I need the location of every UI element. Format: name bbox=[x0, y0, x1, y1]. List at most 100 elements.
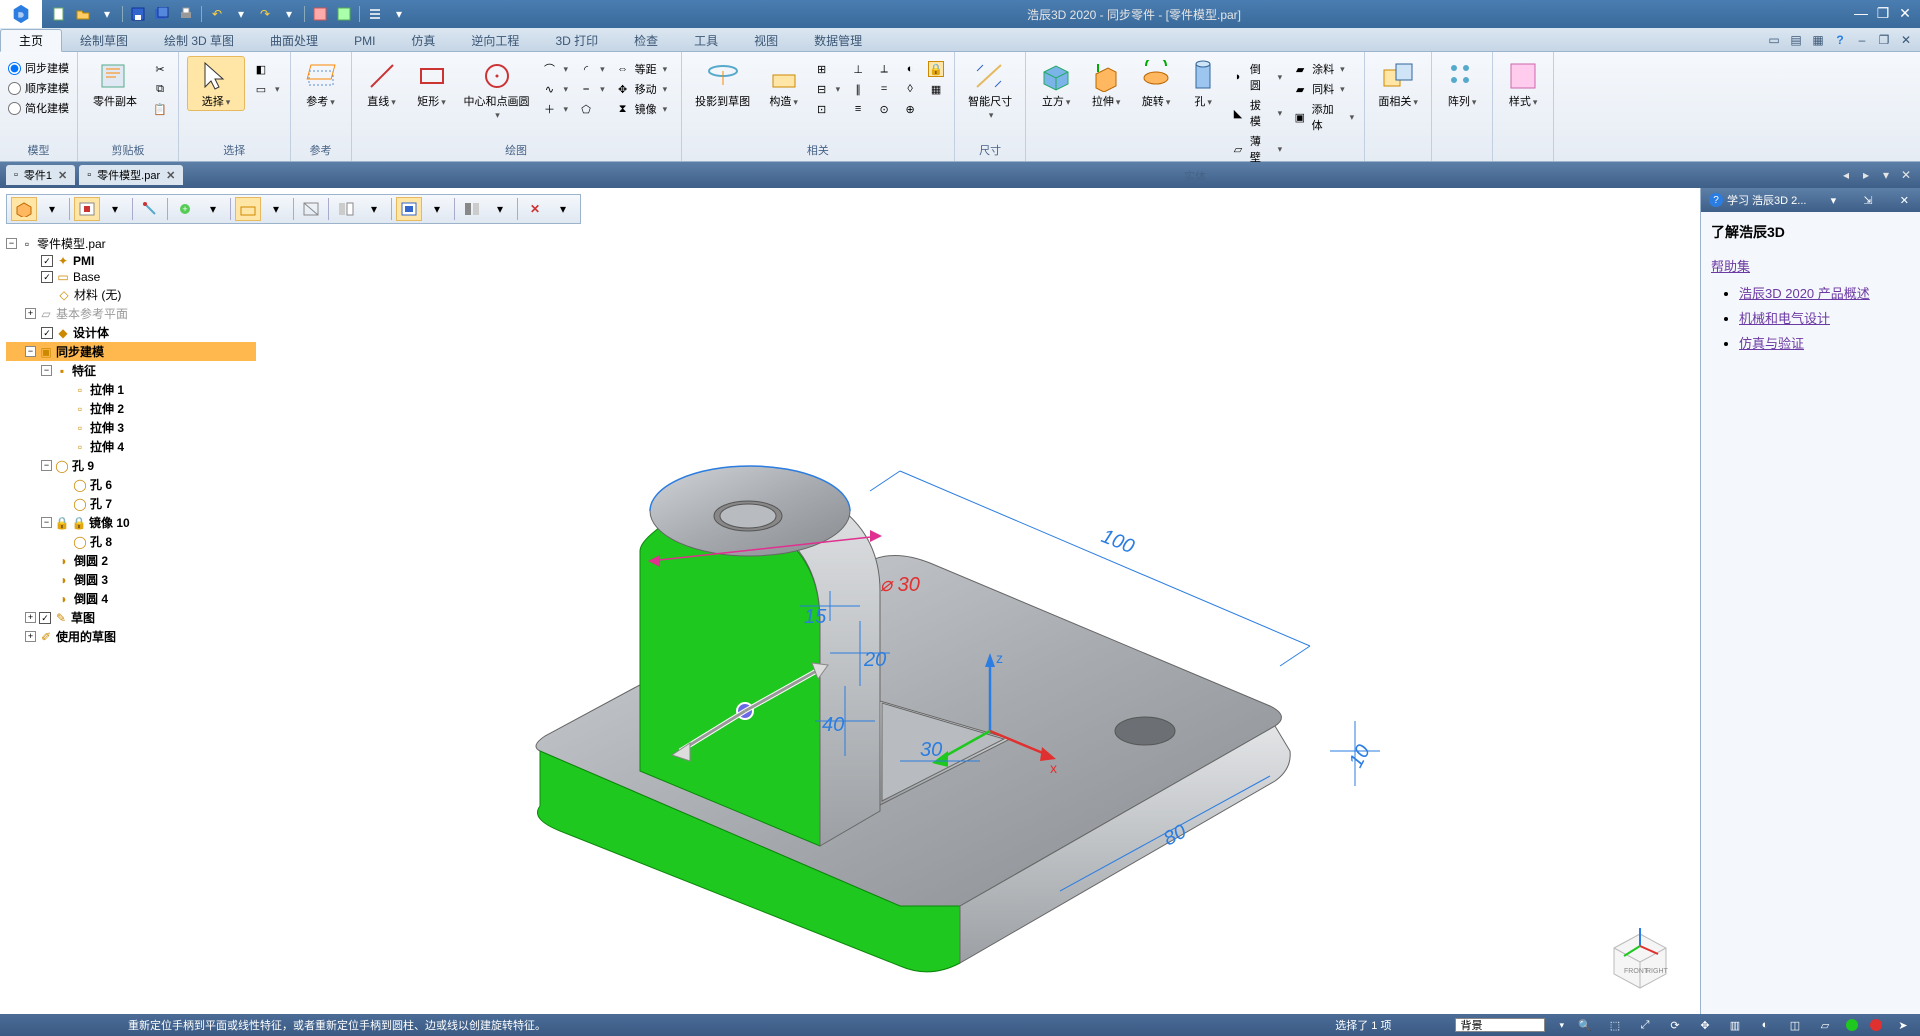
rel-opt2[interactable]: ⊟▾ bbox=[812, 80, 843, 98]
build-button[interactable]: 构造▾ bbox=[762, 56, 806, 111]
hole-button[interactable]: 孔▾ bbox=[1184, 56, 1222, 111]
smartdim-button[interactable]: 智能尺寸▾ bbox=[963, 56, 1017, 124]
draft-button[interactable]: ◣拔模▾ bbox=[1228, 96, 1284, 130]
round-button[interactable]: ◗倒圆▾ bbox=[1228, 60, 1284, 94]
rel-opt6[interactable]: ≡ bbox=[848, 100, 868, 118]
circle-button[interactable]: 中心和点画圆▾ bbox=[460, 56, 534, 124]
bg-dd-icon[interactable]: ▾ bbox=[1559, 1020, 1564, 1031]
rel-opt3[interactable]: ⊡ bbox=[812, 100, 843, 118]
select-opt2[interactable]: ▭▾ bbox=[251, 80, 282, 98]
rp-link-1[interactable]: 浩辰3D 2020 产品概述 bbox=[1739, 286, 1870, 301]
tab-home[interactable]: 主页 bbox=[0, 29, 62, 52]
rel-opt10[interactable]: ◐ bbox=[900, 60, 920, 78]
radio-ordered[interactable]: 顺序建模 bbox=[8, 80, 69, 96]
mdi-close-icon[interactable]: ✕ bbox=[1898, 32, 1914, 48]
status-dot-green[interactable] bbox=[1846, 1019, 1858, 1031]
cube-button[interactable]: 立方▾ bbox=[1034, 56, 1078, 111]
tab-close-icon[interactable]: ✕ bbox=[1898, 168, 1914, 182]
doc-tab-part1[interactable]: ▫ 零件1 ✕ bbox=[6, 165, 75, 185]
qat-dd3-icon[interactable]: ▾ bbox=[280, 5, 298, 23]
project-button[interactable]: 投影到草图 bbox=[690, 56, 756, 111]
rp-link-2[interactable]: 机械和电气设计 bbox=[1739, 311, 1830, 326]
sb-fit-icon[interactable]: ⤢ bbox=[1636, 1017, 1654, 1033]
qat-dd4-icon[interactable]: ▾ bbox=[390, 5, 408, 23]
line-button[interactable]: 直线▾ bbox=[360, 56, 404, 111]
ref-button[interactable]: 参考▾ bbox=[299, 56, 343, 111]
select-opt1[interactable]: ◧ bbox=[251, 60, 282, 78]
point-button[interactable]: ＋▾ bbox=[540, 100, 571, 118]
move-button[interactable]: ✥移动▾ bbox=[613, 80, 673, 98]
qat-open-icon[interactable] bbox=[74, 5, 92, 23]
tab-3dprint[interactable]: 3D 打印 bbox=[537, 29, 616, 52]
poly-button[interactable]: ⬠ bbox=[576, 100, 607, 118]
mdi-restore-icon[interactable]: ❐ bbox=[1876, 32, 1892, 48]
ribbon-layout2-icon[interactable]: ▤ bbox=[1788, 32, 1804, 48]
tab-3d-sketch[interactable]: 绘制 3D 草图 bbox=[146, 29, 252, 52]
sb-arrow-icon[interactable]: ➤ bbox=[1894, 1017, 1912, 1033]
tab-reverse[interactable]: 逆向工程 bbox=[453, 29, 537, 52]
sb-rotate-icon[interactable]: ⟳ bbox=[1666, 1017, 1684, 1033]
ribbon-layout1-icon[interactable]: ▭ bbox=[1766, 32, 1782, 48]
tab-prev-icon[interactable]: ◂ bbox=[1838, 168, 1854, 182]
ribbon-layout3-icon[interactable]: ▦ bbox=[1810, 32, 1826, 48]
copy-button[interactable]: ⧉ bbox=[150, 80, 170, 98]
maximize-icon[interactable]: ❐ bbox=[1874, 7, 1892, 21]
minimize-icon[interactable]: — bbox=[1852, 7, 1870, 21]
rel-opt11[interactable]: ◊ bbox=[900, 80, 920, 98]
cut-button[interactable]: ✂ bbox=[150, 60, 170, 78]
qat-dd-icon[interactable]: ▾ bbox=[98, 5, 116, 23]
rel-opt12[interactable]: ⊕ bbox=[900, 100, 920, 118]
close-icon[interactable]: ✕ bbox=[1896, 7, 1914, 21]
qat-dd2-icon[interactable]: ▾ bbox=[232, 5, 250, 23]
sb-pan-icon[interactable]: ✥ bbox=[1696, 1017, 1714, 1033]
qat-list-icon[interactable] bbox=[366, 5, 384, 23]
rect-button[interactable]: 矩形▾ bbox=[410, 56, 454, 111]
ribbon-help-icon[interactable]: ? bbox=[1832, 32, 1848, 48]
paste-button[interactable]: 📋 bbox=[150, 100, 170, 118]
dim-diameter-30[interactable]: ⌀ 30 bbox=[880, 574, 920, 596]
same-button[interactable]: ▰同料▾ bbox=[1290, 80, 1356, 98]
view-cube[interactable]: FRONT RIGHT bbox=[1604, 918, 1676, 990]
dim-15[interactable]: 15 bbox=[804, 606, 827, 628]
tab-next-icon[interactable]: ▸ bbox=[1858, 168, 1874, 182]
extrude-button[interactable]: 拉伸▾ bbox=[1084, 56, 1128, 111]
tab-surface[interactable]: 曲面处理 bbox=[252, 29, 336, 52]
rp-dd-icon[interactable]: ▾ bbox=[1828, 194, 1840, 207]
trim-button[interactable]: ⎯▾ bbox=[576, 80, 607, 98]
rel-opt1[interactable]: ⊞ bbox=[812, 60, 843, 78]
qat-app2-icon[interactable] bbox=[335, 5, 353, 23]
tab-pmi[interactable]: PMI bbox=[336, 29, 393, 52]
3d-viewport[interactable]: z x ⌀ 30 bbox=[0, 188, 1700, 1014]
spline-button[interactable]: ∿▾ bbox=[540, 80, 571, 98]
tab-sim[interactable]: 仿真 bbox=[393, 29, 453, 52]
select-button[interactable]: 选择▾ bbox=[187, 56, 245, 111]
tab-sketch[interactable]: 绘制草图 bbox=[62, 29, 146, 52]
rel-opt5[interactable]: ∥ bbox=[848, 80, 868, 98]
mirror-button[interactable]: ⧗镜像▾ bbox=[613, 100, 673, 118]
facerel-button[interactable]: 面相关▾ bbox=[1373, 56, 1423, 111]
qat-undo-icon[interactable]: ↶ bbox=[208, 5, 226, 23]
radio-simplified[interactable]: 简化建模 bbox=[8, 100, 69, 116]
rel-grid[interactable]: ▦ bbox=[926, 80, 946, 98]
rel-opt8[interactable]: = bbox=[874, 80, 894, 98]
dim-20[interactable]: 20 bbox=[863, 649, 886, 671]
paint-button[interactable]: ▰涂料▾ bbox=[1290, 60, 1356, 78]
qat-saveall-icon[interactable] bbox=[153, 5, 171, 23]
qat-redo-icon[interactable]: ↷ bbox=[256, 5, 274, 23]
dim-30[interactable]: 30 bbox=[920, 739, 942, 761]
tab-inspect[interactable]: 检查 bbox=[616, 29, 676, 52]
dim-40[interactable]: 40 bbox=[822, 714, 844, 736]
array-button[interactable]: 阵列▾ bbox=[1440, 56, 1484, 111]
doc-tab-close[interactable]: ✕ bbox=[166, 169, 175, 182]
sb-zoom-icon[interactable]: 🔍 bbox=[1576, 1017, 1594, 1033]
dim-100[interactable]: 100 bbox=[1098, 525, 1137, 558]
rel-opt9[interactable]: ⊙ bbox=[874, 100, 894, 118]
doc-tab-close[interactable]: ✕ bbox=[58, 169, 67, 182]
radio-sync[interactable]: 同步建模 bbox=[8, 60, 69, 76]
sb-shading-icon[interactable]: ◐ bbox=[1756, 1017, 1774, 1033]
part-copy-button[interactable]: 零件副本 bbox=[86, 56, 144, 111]
sb-sketch-icon[interactable]: ◫ bbox=[1786, 1017, 1804, 1033]
rp-helpset-link[interactable]: 帮助集 bbox=[1711, 256, 1910, 275]
thin-button[interactable]: ▱薄壁▾ bbox=[1228, 132, 1284, 166]
sb-zoomarea-icon[interactable]: ⬚ bbox=[1606, 1017, 1624, 1033]
